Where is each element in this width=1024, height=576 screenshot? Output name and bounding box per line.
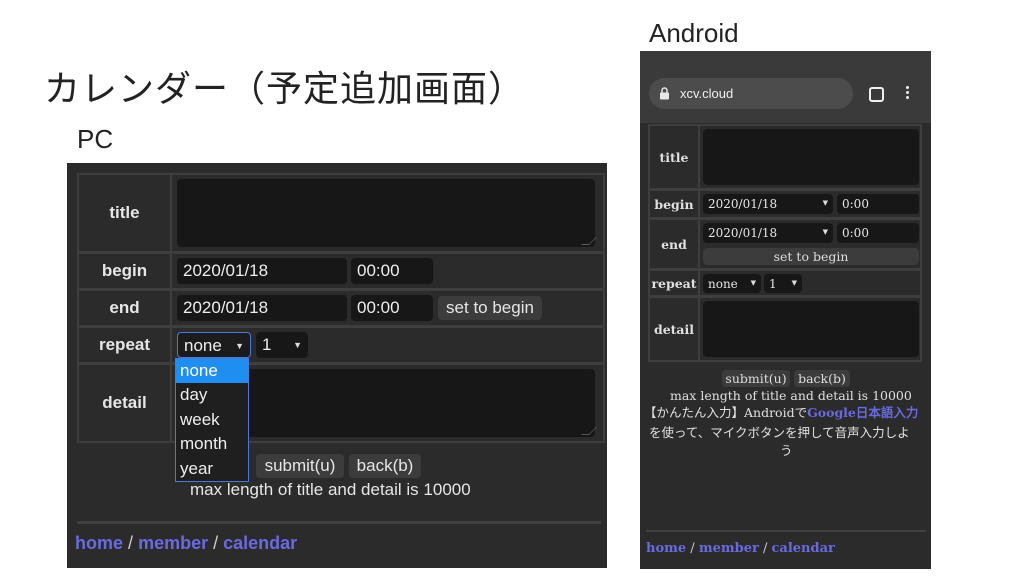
begin-date-select[interactable]: 2020/01/18 ▼ xyxy=(703,194,833,214)
begin-time-input[interactable]: 00:00 xyxy=(351,258,433,284)
repeat-select[interactable]: none ▼ xyxy=(703,274,761,293)
detail-label: detail xyxy=(650,298,700,360)
nav-separator: / xyxy=(213,533,219,553)
divider xyxy=(77,521,601,524)
title-label: title xyxy=(650,126,700,188)
repeat-dropdown-list: none day week month year xyxy=(175,358,249,482)
footer-nav: home / member / calendar xyxy=(646,541,835,556)
hint-text: 【かんたん入力】Androidで xyxy=(644,405,808,420)
more-menu-icon[interactable] xyxy=(906,86,910,99)
max-length-note: max length of title and detail is 10000 xyxy=(190,480,471,499)
url-bar[interactable]: xcv.cloud xyxy=(649,78,853,109)
dropdown-option-none[interactable]: none xyxy=(176,359,248,384)
repeat-select-value: none xyxy=(184,336,222,355)
browser-bar: xcv.cloud xyxy=(640,51,931,123)
repeat-select[interactable]: none ▼ xyxy=(177,332,251,358)
detail-textarea[interactable] xyxy=(703,301,919,357)
resize-grip-icon[interactable] xyxy=(581,427,597,435)
resize-grip-icon[interactable] xyxy=(581,237,597,245)
chevron-down-icon: ▼ xyxy=(235,341,244,351)
repeat-select-value: none xyxy=(708,277,738,291)
end-time-input[interactable]: 0:00 xyxy=(837,223,919,243)
nav-member-link[interactable]: member xyxy=(699,541,759,556)
end-date-select[interactable]: 2020/01/18 ▼ xyxy=(703,223,833,243)
begin-row: begin 2020/01/18 ▼ 0:00 xyxy=(648,189,922,219)
set-to-begin-button[interactable]: set to begin xyxy=(438,296,542,320)
submit-button[interactable]: submit(u) xyxy=(722,370,790,387)
back-button[interactable]: back(b) xyxy=(349,454,421,478)
title-label: title xyxy=(79,175,172,251)
hint-line-1: 【かんたん入力】AndroidでGoogle日本語入力 xyxy=(644,404,918,421)
repeat-count-value: 1 xyxy=(769,277,777,291)
nav-separator: / xyxy=(128,533,134,553)
nav-calendar-link[interactable]: calendar xyxy=(223,533,297,553)
dropdown-option-month[interactable]: month xyxy=(176,432,248,456)
dropdown-option-year[interactable]: year xyxy=(176,457,248,481)
begin-label: begin xyxy=(79,254,172,288)
chevron-down-icon: ▼ xyxy=(293,340,302,350)
chevron-down-icon: ▼ xyxy=(791,279,797,287)
nav-separator: / xyxy=(762,541,768,556)
dropdown-option-day[interactable]: day xyxy=(176,383,248,407)
google-ime-link[interactable]: Google日本語入力 xyxy=(807,405,918,420)
title-textarea[interactable] xyxy=(177,179,597,247)
android-screenshot: xcv.cloud title begin 2020/01/18 ▼ 0:00 … xyxy=(640,51,931,569)
chevron-down-icon: ▼ xyxy=(822,199,828,207)
end-label: end xyxy=(79,291,172,325)
begin-date-value: 2020/01/18 xyxy=(708,197,778,211)
end-date-input[interactable]: 2020/01/18 xyxy=(177,295,347,321)
title-row: title xyxy=(77,173,605,253)
detail-row: detail xyxy=(77,363,605,443)
hint-line-2: を使って、マイクボタンを押して音声入力しよ xyxy=(649,425,910,440)
dropdown-option-week[interactable]: week xyxy=(176,408,248,432)
max-length-note: max length of title and detail is 10000 xyxy=(670,388,912,403)
slide-title: カレンダー（予定追加画面） xyxy=(44,69,526,110)
android-label: Android xyxy=(649,18,739,48)
nav-member-link[interactable]: member xyxy=(138,533,208,553)
end-date-value: 2020/01/18 xyxy=(708,226,778,240)
url-text: xcv.cloud xyxy=(680,86,734,101)
repeat-row: repeat none ▼ 1 ▼ xyxy=(77,326,605,364)
pc-label: PC xyxy=(77,124,114,154)
repeat-label: repeat xyxy=(650,271,700,295)
nav-separator: / xyxy=(690,541,695,556)
title-textarea[interactable] xyxy=(703,129,919,185)
end-row: end 2020/01/18 00:00 set to begin xyxy=(77,289,605,327)
footer-nav: home / member / calendar xyxy=(75,533,297,554)
hint-line-3: う xyxy=(780,443,793,458)
nav-home-link[interactable]: home xyxy=(646,541,686,556)
repeat-count-select[interactable]: 1 ▼ xyxy=(256,332,308,358)
repeat-count-select[interactable]: 1 ▼ xyxy=(764,274,802,293)
tabs-icon[interactable] xyxy=(869,87,884,102)
set-to-begin-button[interactable]: set to begin xyxy=(703,248,919,265)
end-time-input[interactable]: 00:00 xyxy=(351,295,433,321)
detail-row: detail xyxy=(648,296,922,362)
repeat-row: repeat none ▼ 1 ▼ xyxy=(648,269,922,297)
nav-calendar-link[interactable]: calendar xyxy=(772,541,835,556)
submit-button[interactable]: submit(u) xyxy=(256,454,344,478)
pc-screenshot: title begin 2020/01/18 00:00 end 2020/01… xyxy=(67,163,607,568)
end-row: end 2020/01/18 ▼ 0:00 set to begin xyxy=(648,218,922,270)
end-label: end xyxy=(650,220,700,268)
lock-icon xyxy=(660,87,669,100)
divider xyxy=(646,530,926,532)
begin-row: begin 2020/01/18 00:00 xyxy=(77,252,605,290)
chevron-down-icon: ▼ xyxy=(822,228,828,236)
repeat-label: repeat xyxy=(79,328,172,362)
begin-date-input[interactable]: 2020/01/18 xyxy=(177,258,347,284)
repeat-count-value: 1 xyxy=(262,335,272,354)
begin-label: begin xyxy=(650,191,700,217)
detail-label: detail xyxy=(79,365,172,441)
back-button[interactable]: back(b) xyxy=(794,370,850,387)
chevron-down-icon: ▼ xyxy=(750,279,756,287)
title-row: title xyxy=(648,124,922,190)
nav-home-link[interactable]: home xyxy=(75,533,123,553)
begin-time-input[interactable]: 0:00 xyxy=(837,194,919,214)
